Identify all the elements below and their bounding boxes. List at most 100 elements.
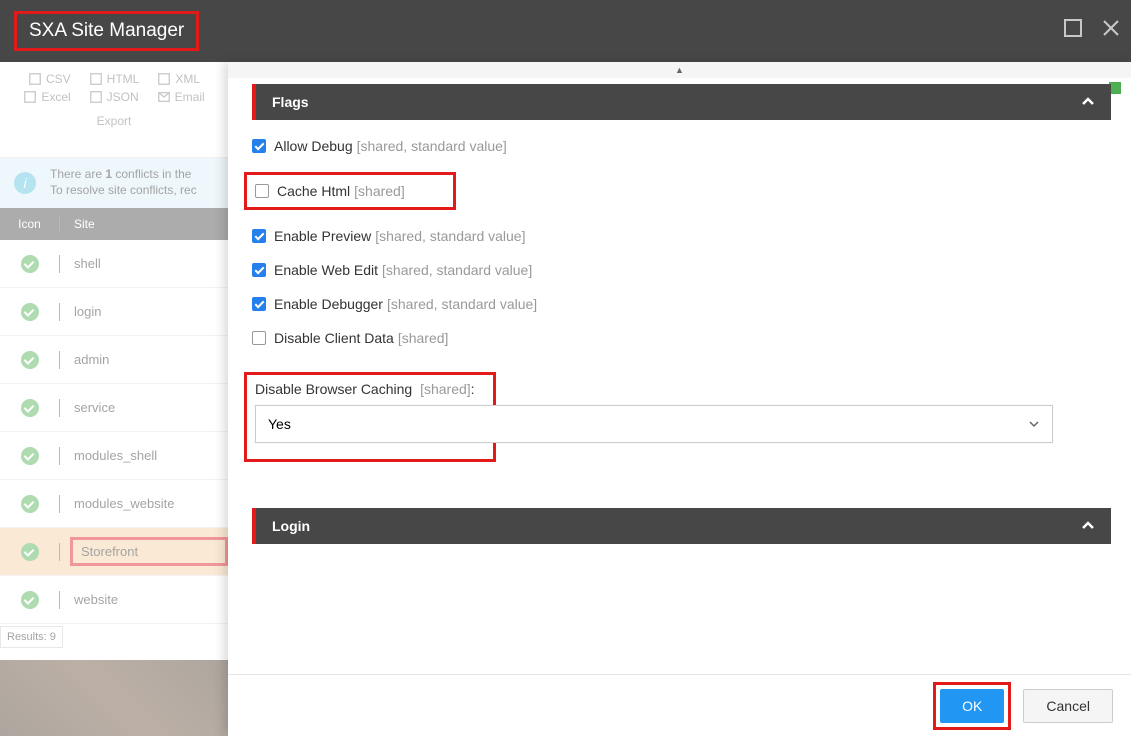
disable-browser-caching-highlight: Disable Browser Caching [shared]: Yes bbox=[244, 372, 496, 462]
export-excel-button[interactable]: Excel bbox=[23, 90, 70, 104]
modal-footer: OK Cancel bbox=[228, 674, 1131, 736]
site-row[interactable]: modules_website bbox=[0, 480, 228, 528]
col-header-site: Site bbox=[60, 217, 228, 231]
site-row[interactable]: website bbox=[0, 576, 228, 624]
file-icon bbox=[23, 90, 37, 104]
site-name: login bbox=[60, 304, 228, 319]
status-ok-icon bbox=[21, 495, 39, 513]
status-ok-icon bbox=[21, 399, 39, 417]
field-hint: [shared, standard value] bbox=[357, 138, 507, 154]
field-label: Disable Browser Caching bbox=[255, 381, 412, 397]
site-name: modules_shell bbox=[60, 448, 228, 463]
app-title: SXA Site Manager bbox=[29, 20, 184, 42]
field-hint: [shared] bbox=[420, 381, 471, 397]
section-header-login[interactable]: Login bbox=[252, 508, 1111, 544]
site-name: shell bbox=[60, 256, 228, 271]
file-icon bbox=[157, 72, 171, 86]
site-name: service bbox=[60, 400, 228, 415]
site-name: website bbox=[60, 592, 228, 607]
field-disable-client-data: Disable Client Data [shared] bbox=[252, 312, 1111, 346]
checkbox-allow-debug[interactable] bbox=[252, 139, 266, 153]
export-email-label: Email bbox=[175, 90, 205, 104]
conflict-text: There are 1 conflicts in the To resolve … bbox=[50, 167, 197, 198]
maximize-icon[interactable] bbox=[1063, 18, 1083, 38]
status-ok-icon bbox=[21, 591, 39, 609]
site-grid-header: Icon Site bbox=[0, 208, 228, 240]
field-hint: [shared, standard value] bbox=[375, 228, 525, 244]
checkbox-enable-preview[interactable] bbox=[252, 229, 266, 243]
status-ok-icon bbox=[21, 543, 39, 561]
site-row[interactable]: login bbox=[0, 288, 228, 336]
export-json-label: JSON bbox=[107, 90, 139, 104]
disable-browser-caching-select[interactable]: Yes bbox=[255, 405, 1053, 443]
field-allow-debug: Allow Debug [shared, standard value] bbox=[252, 120, 1111, 154]
cancel-button[interactable]: Cancel bbox=[1023, 689, 1113, 723]
chevron-up-icon bbox=[1081, 519, 1095, 533]
section-header-flags[interactable]: Flags bbox=[252, 84, 1111, 120]
field-hint: [shared] bbox=[354, 183, 405, 199]
left-panel: CSV HTML XML Excel JSON Email Export i T… bbox=[0, 62, 228, 736]
col-header-icon: Icon bbox=[0, 217, 60, 231]
field-cache-html: Cache Html [shared] bbox=[252, 154, 1111, 210]
select-value: Yes bbox=[268, 416, 291, 432]
conflict-banner: i There are 1 conflicts in the To resolv… bbox=[0, 158, 228, 208]
site-row[interactable]: modules_shell bbox=[0, 432, 228, 480]
status-ok-icon bbox=[21, 447, 39, 465]
site-name: modules_website bbox=[60, 496, 228, 511]
app-title-highlight: SXA Site Manager bbox=[14, 11, 199, 51]
section-title: Flags bbox=[272, 94, 309, 110]
file-icon bbox=[89, 90, 103, 104]
ok-button[interactable]: OK bbox=[940, 689, 1004, 723]
checkbox-disable-client-data[interactable] bbox=[252, 331, 266, 345]
close-icon[interactable] bbox=[1101, 18, 1121, 38]
results-count: Results: 9 bbox=[0, 626, 63, 648]
modal-body[interactable]: Flags Allow Debug [shared, standard valu… bbox=[228, 78, 1131, 674]
status-ok-icon bbox=[21, 303, 39, 321]
background-texture bbox=[0, 660, 228, 736]
cache-html-highlight: Cache Html [shared] bbox=[244, 172, 456, 210]
field-hint: [shared] bbox=[398, 330, 449, 346]
export-xml-label: XML bbox=[175, 72, 200, 86]
field-label: Enable Web Edit bbox=[274, 262, 378, 278]
mail-icon bbox=[157, 90, 171, 104]
export-email-button[interactable]: Email bbox=[157, 90, 205, 104]
field-label: Allow Debug bbox=[274, 138, 353, 154]
scroll-up-indicator[interactable]: ▲ bbox=[228, 62, 1131, 78]
export-excel-label: Excel bbox=[41, 90, 70, 104]
section-title: Login bbox=[272, 518, 310, 534]
info-icon: i bbox=[14, 172, 36, 194]
file-icon bbox=[28, 72, 42, 86]
field-enable-web-edit: Enable Web Edit [shared, standard value] bbox=[252, 244, 1111, 278]
checkbox-enable-debugger[interactable] bbox=[252, 297, 266, 311]
export-xml-button[interactable]: XML bbox=[157, 72, 200, 86]
properties-modal: ▲ Flags Allow Debug [shared, standard va… bbox=[228, 62, 1131, 736]
status-ok-icon bbox=[21, 255, 39, 273]
export-json-button[interactable]: JSON bbox=[89, 90, 139, 104]
export-html-button[interactable]: HTML bbox=[89, 72, 140, 86]
field-label: Cache Html bbox=[277, 183, 350, 199]
checkbox-enable-web-edit[interactable] bbox=[252, 263, 266, 277]
site-row[interactable]: service bbox=[0, 384, 228, 432]
status-ok-icon bbox=[21, 351, 39, 369]
app-header: SXA Site Manager bbox=[0, 0, 1131, 62]
site-row[interactable]: admin bbox=[0, 336, 228, 384]
export-html-label: HTML bbox=[107, 72, 140, 86]
export-csv-button[interactable]: CSV bbox=[28, 72, 71, 86]
export-toolbar: CSV HTML XML Excel JSON Email Export bbox=[0, 62, 228, 158]
site-row-selected[interactable]: Storefront bbox=[0, 528, 228, 576]
checkbox-cache-html[interactable] bbox=[255, 184, 269, 198]
ok-button-highlight: OK bbox=[933, 682, 1011, 730]
site-row[interactable]: shell bbox=[0, 240, 228, 288]
field-enable-debugger: Enable Debugger [shared, standard value] bbox=[252, 278, 1111, 312]
field-hint: [shared, standard value] bbox=[382, 262, 532, 278]
file-icon bbox=[89, 72, 103, 86]
field-label: Enable Debugger bbox=[274, 296, 383, 312]
window-controls bbox=[1063, 18, 1121, 38]
export-section-label: Export bbox=[97, 114, 132, 128]
export-csv-label: CSV bbox=[46, 72, 71, 86]
chevron-down-icon bbox=[1028, 418, 1040, 430]
field-label: Disable Client Data bbox=[274, 330, 394, 346]
site-name: admin bbox=[60, 352, 228, 367]
field-label: Enable Preview bbox=[274, 228, 371, 244]
field-disable-browser-caching: Disable Browser Caching [shared]: Yes bbox=[252, 372, 1111, 462]
